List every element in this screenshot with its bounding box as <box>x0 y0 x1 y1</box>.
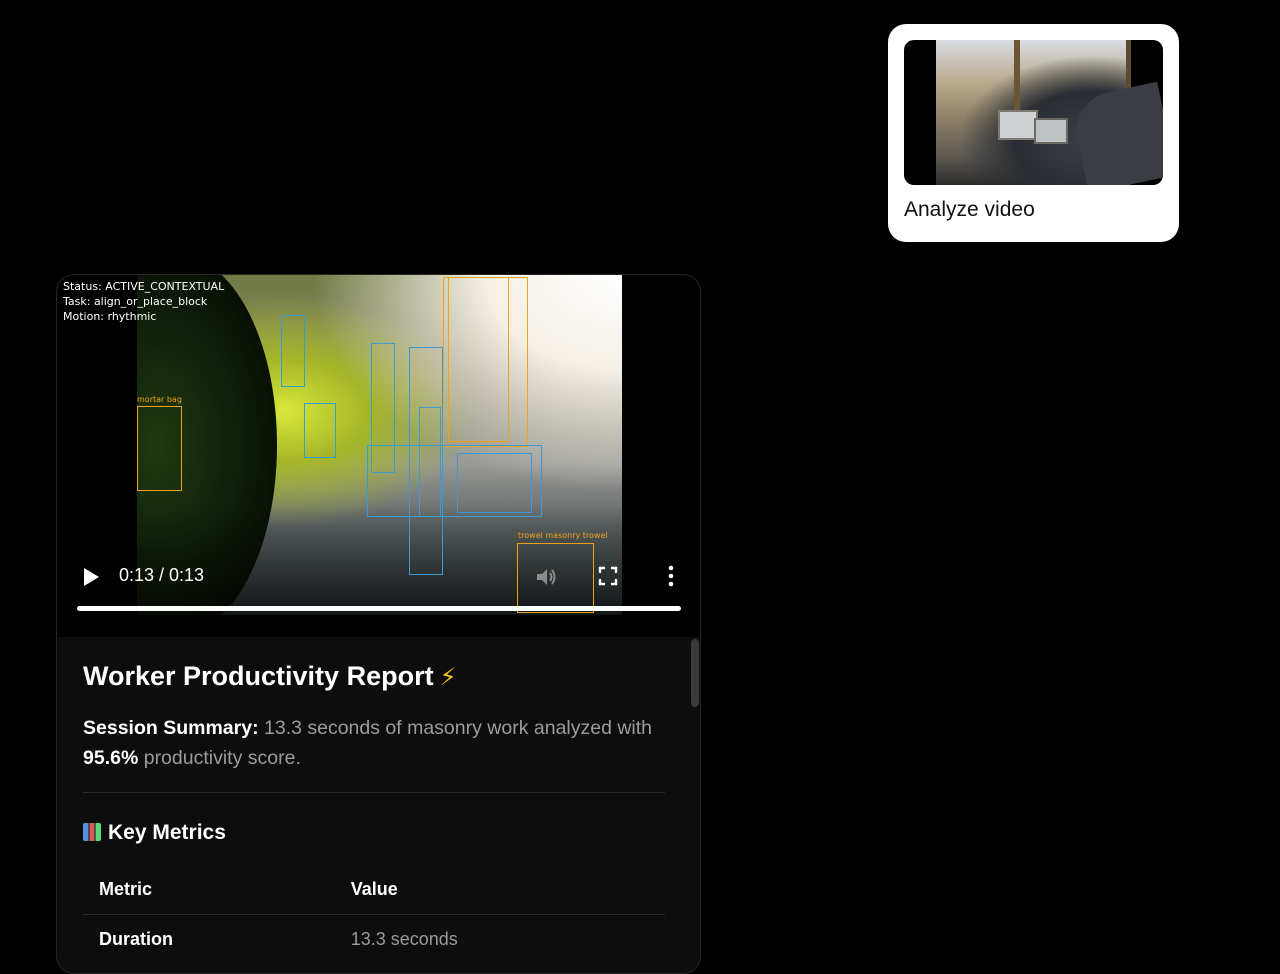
metric-cell: Duration <box>99 929 173 949</box>
detection-box-block <box>281 315 305 387</box>
table-header-row: Metric Value <box>83 869 665 915</box>
task-overlay-text: Task: align_or_place_block <box>63 295 208 308</box>
video-thumbnail[interactable] <box>904 40 1163 185</box>
motion-overlay-text: Motion: rhythmic <box>63 310 157 323</box>
video-player[interactable]: Status: ACTIVE_CONTEXTUAL Task: align_or… <box>57 275 700 637</box>
detection-box-block <box>457 453 532 513</box>
upload-card[interactable]: Analyze video <box>888 24 1179 242</box>
score-suffix: productivity score. <box>143 747 301 769</box>
thumbnail-mast <box>1014 40 1020 110</box>
thumbnail-block-2 <box>1034 118 1068 144</box>
detection-box-scaffold-inner <box>448 277 509 442</box>
analysis-panel: Status: ACTIVE_CONTEXTUAL Task: align_or… <box>56 274 701 974</box>
productivity-score: 95.6% <box>83 747 139 769</box>
video-controls: 0:13 / 0:13 <box>57 557 700 617</box>
report-title: Worker Productivity Report ⚡ <box>83 661 456 692</box>
report-scrollbar[interactable] <box>691 639 699 707</box>
play-icon[interactable] <box>81 567 101 587</box>
table-row: Duration 13.3 seconds <box>83 915 665 965</box>
thumbnail-scene <box>936 40 1163 185</box>
session-summary: Session Summary: 13.3 seconds of masonry… <box>83 713 673 773</box>
detection-label-trowel: trowel masonry trowel <box>518 531 608 540</box>
column-header-metric: Metric <box>83 869 335 915</box>
key-metrics-heading: Key Metrics <box>83 821 226 845</box>
lightning-bolt-icon: ⚡ <box>439 664 457 691</box>
more-options-icon[interactable] <box>661 565 681 587</box>
status-overlay-text: Status: ACTIVE_CONTEXTUAL <box>63 280 225 293</box>
summary-label: Session Summary: <box>83 717 259 739</box>
report-title-text: Worker Productivity Report <box>83 661 434 691</box>
column-header-value: Value <box>334 869 665 915</box>
thumbnail-arm <box>1069 81 1163 185</box>
detection-box-mortar-bag <box>137 406 182 491</box>
fullscreen-icon[interactable] <box>598 566 618 586</box>
value-cell: 13.3 seconds <box>350 929 458 949</box>
video-progress-bar[interactable] <box>77 606 681 611</box>
detection-box-block <box>304 403 336 458</box>
detection-box-block <box>419 407 441 517</box>
analyze-video-label[interactable]: Analyze video <box>904 198 1035 222</box>
thumbnail-block <box>998 110 1038 140</box>
metrics-table: Metric Value Duration 13.3 seconds <box>83 869 665 964</box>
summary-text: 13.3 seconds of masonry work analyzed wi… <box>264 717 653 739</box>
bar-chart-icon <box>83 823 101 841</box>
report-section: Worker Productivity Report ⚡ Session Summ… <box>57 637 700 973</box>
time-display: 0:13 / 0:13 <box>119 565 205 585</box>
divider <box>83 792 665 793</box>
volume-icon[interactable] <box>535 566 557 588</box>
key-metrics-title: Key Metrics <box>108 821 226 844</box>
detection-label-mortar-bag: mortar bag <box>137 395 182 404</box>
